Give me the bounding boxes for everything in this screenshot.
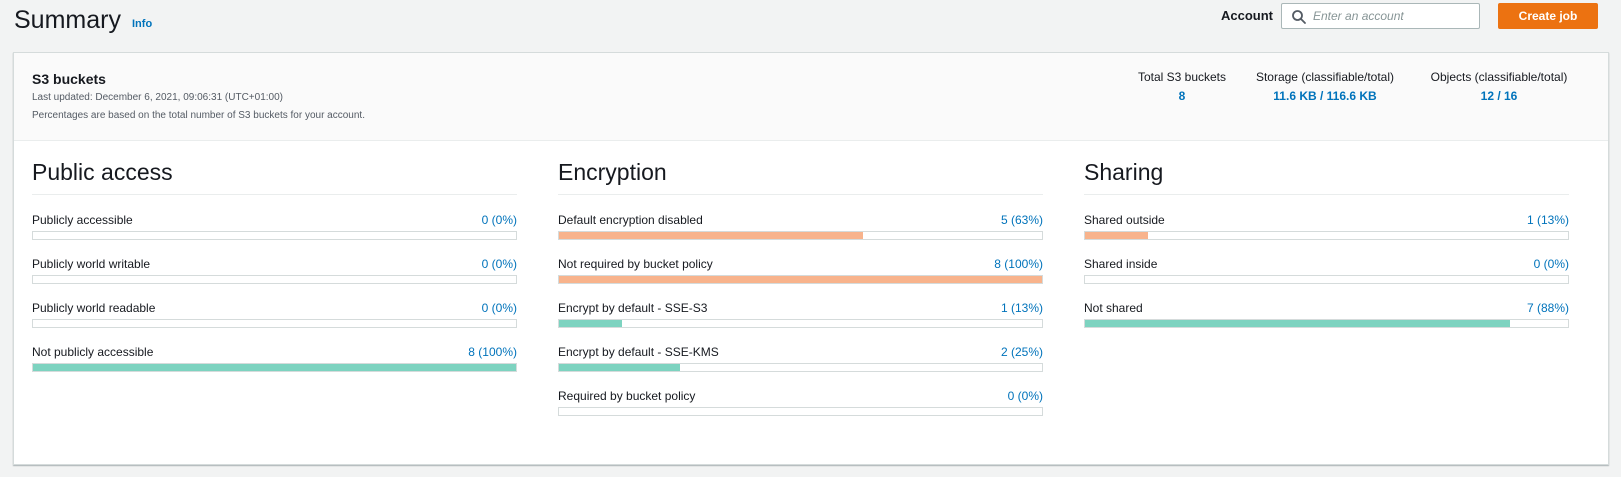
metric-row: Publicly world readable 0 (0%)	[32, 283, 517, 328]
percentages-note: Percentages are based on the total numbe…	[32, 110, 365, 121]
metric-value-link[interactable]: 5 (63%)	[1001, 213, 1043, 227]
progress-fill	[559, 364, 680, 371]
progress-fill	[559, 320, 622, 327]
section-title: Encryption	[558, 157, 1043, 195]
metric-label: Required by bucket policy	[558, 389, 696, 403]
metric-row: Default encryption disabled 5 (63%)	[558, 195, 1043, 240]
progress-fill	[33, 364, 516, 371]
metric-label: Publicly world writable	[32, 257, 151, 271]
account-search-input[interactable]	[1313, 6, 1475, 26]
stat-label: Storage (classifiable/total)	[1255, 70, 1395, 84]
search-icon	[1292, 10, 1306, 24]
metric-value-link[interactable]: 0 (0%)	[482, 257, 517, 271]
metric-value-link[interactable]: 1 (13%)	[1001, 301, 1043, 315]
progress-fill	[559, 232, 864, 239]
metric-row: Encrypt by default - SSE-S3 1 (13%)	[558, 283, 1043, 328]
metric-row: Encrypt by default - SSE-KMS 2 (25%)	[558, 327, 1043, 372]
last-updated-text: Last updated: December 6, 2021, 09:06:31…	[32, 92, 283, 103]
page-title: Summary	[14, 6, 121, 34]
metric-value-link[interactable]: 7 (88%)	[1527, 301, 1569, 315]
metric-label: Publicly accessible	[32, 213, 133, 227]
metric-value-link[interactable]: 0 (0%)	[482, 301, 517, 315]
progress-fill	[559, 276, 1042, 283]
stat-objects: Objects (classifiable/total) 12 / 16	[1424, 70, 1574, 103]
stat-label: Objects (classifiable/total)	[1430, 70, 1568, 84]
metric-value-link[interactable]: 8 (100%)	[994, 257, 1043, 271]
metric-label: Not required by bucket policy	[558, 257, 713, 271]
stat-value[interactable]: 11.6 KB / 116.6 KB	[1250, 89, 1400, 103]
metric-label: Shared outside	[1084, 213, 1165, 227]
metric-value-link[interactable]: 2 (25%)	[1001, 345, 1043, 359]
stat-value[interactable]: 12 / 16	[1424, 89, 1574, 103]
section-title: Sharing	[1084, 157, 1569, 195]
metric-value-link[interactable]: 0 (0%)	[482, 213, 517, 227]
metric-label: Shared inside	[1084, 257, 1158, 271]
stat-storage: Storage (classifiable/total) 11.6 KB / 1…	[1250, 70, 1400, 103]
metric-value-link[interactable]: 1 (13%)	[1527, 213, 1569, 227]
section-sharing: Sharing Shared outside 1 (13%) Shared in…	[1084, 157, 1569, 328]
metric-row: Publicly world writable 0 (0%)	[32, 239, 517, 284]
account-label: Account	[1221, 8, 1273, 23]
create-job-button[interactable]: Create job	[1498, 3, 1598, 29]
s3-buckets-summary-panel: S3 buckets Last updated: December 6, 202…	[13, 52, 1609, 465]
metric-row: Shared outside 1 (13%)	[1084, 195, 1569, 240]
metric-value-link[interactable]: 0 (0%)	[1008, 389, 1043, 403]
metric-row: Not publicly accessible 8 (100%)	[32, 327, 517, 372]
metric-label: Publicly world readable	[32, 301, 156, 315]
progress-bar	[1084, 319, 1569, 328]
stat-label: Total S3 buckets	[1137, 70, 1227, 84]
metric-label: Not shared	[1084, 301, 1143, 315]
progress-fill	[1085, 232, 1148, 239]
metric-value-link[interactable]: 8 (100%)	[468, 345, 517, 359]
metric-label: Default encryption disabled	[558, 213, 703, 227]
panel-header: S3 buckets Last updated: December 6, 202…	[14, 53, 1608, 141]
section-title: Public access	[32, 157, 517, 195]
panel-title: S3 buckets	[32, 71, 106, 87]
info-link[interactable]: Info	[132, 18, 152, 30]
progress-bar	[32, 363, 517, 372]
section-public-access: Public access Publicly accessible 0 (0%)…	[32, 157, 517, 372]
metric-row: Not required by bucket policy 8 (100%)	[558, 239, 1043, 284]
metric-label: Encrypt by default - SSE-KMS	[558, 345, 719, 359]
section-encryption: Encryption Default encryption disabled 5…	[558, 157, 1043, 416]
metric-row: Shared inside 0 (0%)	[1084, 239, 1569, 284]
progress-fill	[1085, 320, 1511, 327]
stat-total-buckets: Total S3 buckets 8	[1132, 70, 1232, 103]
metric-row: Publicly accessible 0 (0%)	[32, 195, 517, 240]
metric-label: Not publicly accessible	[32, 345, 154, 359]
metric-label: Encrypt by default - SSE-S3	[558, 301, 708, 315]
metric-row: Required by bucket policy 0 (0%)	[558, 371, 1043, 416]
metric-row: Not shared 7 (88%)	[1084, 283, 1569, 328]
metric-value-link[interactable]: 0 (0%)	[1534, 257, 1569, 271]
progress-bar	[558, 407, 1043, 416]
stat-value[interactable]: 8	[1132, 89, 1232, 103]
account-search[interactable]	[1281, 3, 1480, 29]
